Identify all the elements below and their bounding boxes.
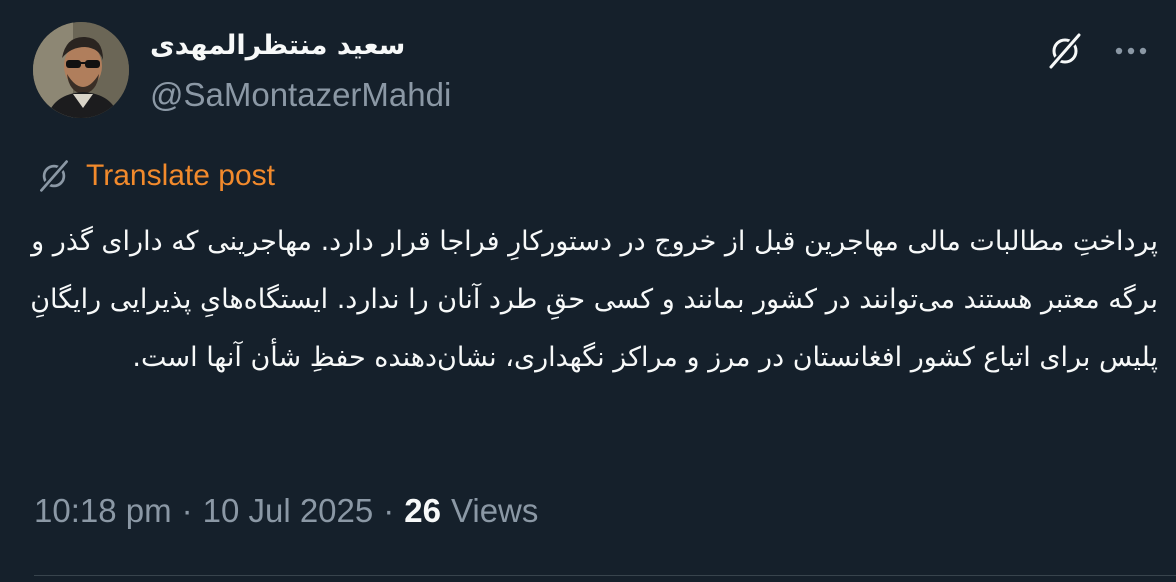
more-options-button[interactable]: [1108, 28, 1154, 74]
translate-post-row[interactable]: Translate post: [34, 156, 275, 196]
avatar[interactable]: [33, 22, 129, 118]
divider: [34, 575, 1176, 576]
author-display-name[interactable]: سعید منتظرالمهدی: [150, 26, 405, 66]
grok-button[interactable]: [1042, 28, 1088, 74]
meta-separator: ·: [181, 492, 193, 529]
views-label[interactable]: Views: [451, 492, 538, 530]
views-count[interactable]: 26: [404, 492, 441, 530]
profile-photo-icon: [33, 22, 129, 118]
more-dots-icon: [1115, 47, 1147, 55]
grok-icon: [1048, 32, 1082, 70]
translate-post-link[interactable]: Translate post: [86, 159, 275, 193]
grok-icon: [34, 156, 74, 196]
author-handle[interactable]: @SaMontazerMahdi: [150, 74, 451, 116]
post-metadata: 10:18 pm · 10 Jul 2025 · 26 Views: [34, 488, 538, 534]
post-date[interactable]: 10 Jul 2025: [203, 492, 374, 530]
post-text: پرداختِ مطالبات مالی مهاجرین قبل از خروج…: [30, 226, 1158, 373]
post-time[interactable]: 10:18 pm: [34, 492, 172, 530]
tweet-card: سعید منتظرالمهدی @SaMontazerMahdi Transl…: [0, 0, 1176, 582]
meta-separator: ·: [383, 492, 395, 529]
